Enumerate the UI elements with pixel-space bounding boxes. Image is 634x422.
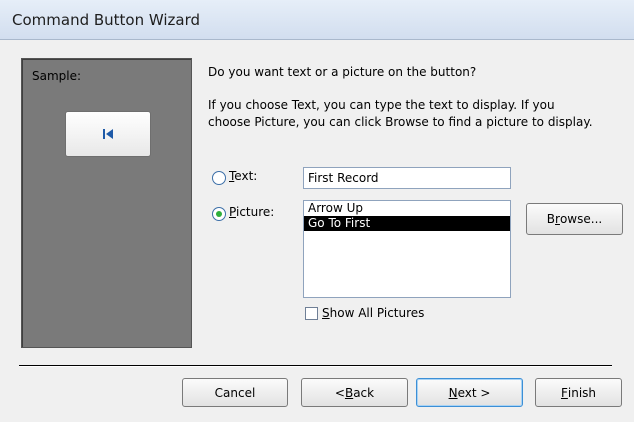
- button-text-input[interactable]: [303, 167, 511, 189]
- text-radio-label[interactable]: Text:: [229, 169, 257, 183]
- footer-separator: [19, 365, 612, 367]
- wizard-prompt: Do you want text or a picture on the but…: [208, 65, 477, 79]
- list-item[interactable]: Arrow Up: [304, 201, 510, 216]
- show-all-pictures-label[interactable]: Show All Pictures: [322, 306, 424, 320]
- explanation-line-1: If you choose Text, you can type the tex…: [208, 98, 555, 112]
- explanation-line-2: choose Picture, you can click Browse to …: [208, 115, 593, 129]
- sample-label: Sample:: [32, 69, 82, 83]
- finish-button[interactable]: Finish: [535, 378, 622, 407]
- show-all-pictures-checkbox[interactable]: [305, 307, 318, 320]
- go-to-first-icon: [103, 129, 113, 139]
- list-item[interactable]: Go To First: [304, 216, 510, 231]
- browse-button[interactable]: Br owse...: [526, 203, 623, 235]
- back-button[interactable]: < Back: [301, 378, 408, 407]
- picture-radio[interactable]: [212, 207, 226, 221]
- picture-radio-label[interactable]: Picture:: [229, 205, 274, 219]
- title-bar: Command Button Wizard: [0, 0, 634, 40]
- next-button[interactable]: Next >: [416, 378, 523, 407]
- text-radio[interactable]: [212, 171, 226, 185]
- picture-listbox[interactable]: Arrow Up Go To First: [303, 200, 511, 298]
- sample-preview-button: [65, 111, 151, 157]
- wizard-explanation: If you choose Text, you can type the tex…: [208, 97, 623, 131]
- cancel-button[interactable]: Cancel: [182, 378, 288, 407]
- wizard-body: Sample: Do you want text or a picture on…: [0, 40, 634, 422]
- window-title: Command Button Wizard: [12, 11, 201, 29]
- sample-panel: Sample:: [21, 58, 192, 348]
